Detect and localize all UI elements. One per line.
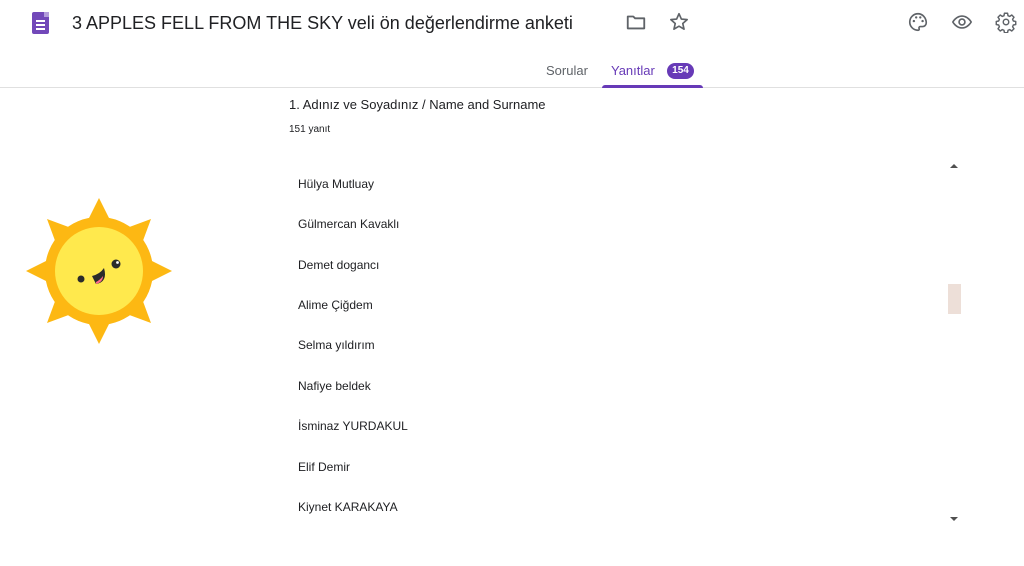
scroll-up-arrow-icon[interactable] xyxy=(950,164,958,168)
list-item: Alime Çiğdem xyxy=(298,298,373,312)
star-icon[interactable] xyxy=(667,10,691,34)
active-tab-indicator xyxy=(602,85,703,88)
tab-responses[interactable]: Yanıtlar xyxy=(611,62,655,80)
list-item: Kiynet KARAKAYA xyxy=(298,500,398,514)
list-item: Selma yıldırım xyxy=(298,338,375,352)
folder-icon[interactable] xyxy=(624,10,648,34)
scrollbar-thumb[interactable] xyxy=(948,284,961,314)
gear-icon[interactable] xyxy=(994,10,1018,34)
sun-right-eye xyxy=(111,259,121,269)
question-title: 1. Adınız ve Soyadınız / Name and Surnam… xyxy=(289,97,546,112)
list-item: Demet dogancı xyxy=(298,258,380,272)
tab-bar: Sorular Yanıtlar 154 xyxy=(0,56,1024,88)
answer-list[interactable]: Hülya Mutluay Gülmercan Kavaklı Demet do… xyxy=(289,164,961,534)
sun-face xyxy=(55,227,143,315)
list-item: Gülmercan Kavaklı xyxy=(298,217,400,231)
sun-left-eye xyxy=(77,275,85,283)
scroll-down-arrow-icon[interactable] xyxy=(950,517,958,521)
form-title[interactable]: 3 APPLES FELL FROM THE SKY veli ön değer… xyxy=(72,10,573,36)
list-item: Nafiye beldek xyxy=(298,379,371,393)
forms-logo-icon[interactable] xyxy=(32,12,49,34)
tab-questions[interactable]: Sorular xyxy=(546,62,588,80)
eye-icon[interactable] xyxy=(950,10,974,34)
list-item: Hülya Mutluay xyxy=(298,177,375,191)
responses-count-badge: 154 xyxy=(667,63,694,79)
top-bar: 3 APPLES FELL FROM THE SKY veli ön değer… xyxy=(0,0,1024,56)
response-count: 151 yanıt xyxy=(289,124,331,135)
list-item: İsminaz YURDAKUL xyxy=(298,419,408,433)
list-item: Elif Demir xyxy=(298,460,351,474)
sun-illustration xyxy=(26,198,172,344)
palette-icon[interactable] xyxy=(906,10,930,34)
